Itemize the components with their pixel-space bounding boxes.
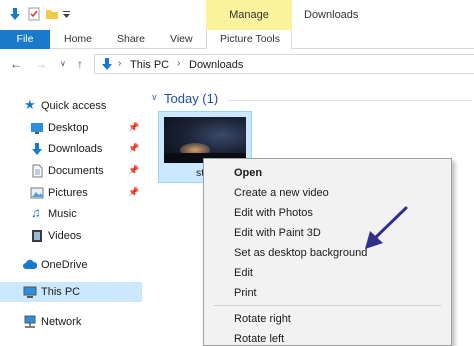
sidebar-item-this-pc[interactable]: This PC: [0, 282, 142, 302]
menu-item-create-new-video[interactable]: Create a new video: [204, 183, 451, 203]
sidebar-item-onedrive[interactable]: OneDrive: [0, 255, 142, 275]
menu-item-label: Print: [234, 287, 257, 299]
up-arrow-icon[interactable]: ↑: [77, 57, 83, 71]
sidebar-item-label: Quick access: [41, 100, 107, 112]
download-arrow-icon[interactable]: [8, 7, 22, 21]
sidebar-item-videos[interactable]: Videos: [0, 226, 142, 246]
sidebar-item-network[interactable]: Network: [0, 312, 142, 332]
menu-separator: [214, 305, 441, 306]
window-title: Downloads: [304, 9, 359, 21]
sidebar-item-documents[interactable]: Documents 📌: [0, 161, 142, 181]
sidebar-item-label: Network: [41, 316, 82, 328]
customize-dropdown-icon[interactable]: [62, 7, 72, 21]
document-icon: [32, 164, 43, 178]
collapse-chevron-icon[interactable]: ∨: [151, 92, 158, 103]
breadcrumb-separator-icon: ›: [118, 58, 122, 69]
pin-icon[interactable]: 📌: [128, 165, 139, 176]
menu-item-rotate-right[interactable]: Rotate right: [204, 309, 451, 329]
music-note-icon: ♫: [31, 205, 41, 220]
breadcrumb-separator-icon: ›: [177, 58, 181, 69]
sidebar-item-music[interactable]: ♫ Music: [0, 204, 142, 224]
sidebar-item-pictures[interactable]: Pictures 📌: [0, 183, 142, 203]
menu-item-rotate-left[interactable]: Rotate left: [204, 329, 451, 346]
sidebar-item-label: OneDrive: [41, 259, 88, 271]
menu-item-open[interactable]: Open: [204, 163, 451, 183]
sidebar-item-label: This PC: [41, 286, 81, 298]
star-icon: ★: [24, 97, 36, 112]
menu-item-label: Edit: [234, 267, 253, 279]
sidebar-item-label: Documents: [48, 165, 104, 177]
navigation-pane: ★ Quick access Desktop 📌 Downloads 📌 Doc…: [0, 78, 145, 346]
download-arrow-icon: [102, 58, 112, 70]
manage-context-tab[interactable]: Manage: [206, 0, 292, 30]
menu-item-label: Rotate left: [234, 333, 285, 345]
sidebar-item-desktop[interactable]: Desktop 📌: [0, 118, 142, 138]
properties-checklist-icon[interactable]: [27, 7, 41, 21]
tab-picture-tools-label: Picture Tools: [220, 33, 280, 45]
pin-icon[interactable]: 📌: [128, 187, 139, 198]
sidebar-item-quick-access[interactable]: ★ Quick access: [0, 96, 142, 116]
menu-item-edit-with-photos[interactable]: Edit with Photos: [204, 203, 451, 223]
menu-item-label: Edit with Paint 3D: [234, 227, 321, 239]
menu-item-label: Set as desktop background: [234, 247, 368, 259]
title-bar: Manage Downloads: [0, 0, 474, 30]
pin-icon[interactable]: 📌: [128, 122, 139, 133]
ribbon-tabs: File Home Share View Picture Tools: [0, 30, 474, 49]
menu-item-print[interactable]: Print: [204, 283, 451, 303]
group-header-today[interactable]: Today (1): [164, 91, 218, 106]
menu-item-edit[interactable]: Edit: [204, 263, 451, 283]
back-arrow-icon[interactable]: ←: [10, 57, 22, 71]
menu-item-edit-with-paint-3d[interactable]: Edit with Paint 3D: [204, 223, 451, 243]
menu-item-label: Create a new video: [234, 187, 329, 199]
tab-share[interactable]: Share: [117, 33, 145, 45]
menu-item-label: Rotate right: [234, 313, 291, 325]
network-icon: [24, 315, 36, 328]
pin-icon[interactable]: 📌: [128, 143, 139, 154]
sidebar-item-downloads[interactable]: Downloads 📌: [0, 139, 142, 159]
tab-picture-tools[interactable]: Picture Tools: [206, 30, 292, 49]
breadcrumb-downloads[interactable]: Downloads: [189, 59, 243, 71]
computer-icon: [23, 286, 37, 298]
film-icon: [32, 230, 42, 242]
menu-item-set-as-desktop-background[interactable]: Set as desktop background: [204, 243, 451, 263]
download-arrow-icon: [32, 143, 42, 155]
sidebar-item-label: Videos: [48, 230, 82, 242]
recent-locations-chevron-icon[interactable]: ∨: [60, 59, 66, 68]
tab-file-label: File: [16, 33, 34, 45]
sidebar-item-label: Music: [48, 208, 77, 220]
sidebar-item-label: Pictures: [48, 187, 88, 199]
image-thumbnail: [164, 117, 246, 163]
sidebar-item-label: Desktop: [48, 122, 89, 134]
tab-view[interactable]: View: [170, 33, 193, 45]
forward-arrow-icon[interactable]: →: [35, 57, 47, 71]
new-folder-icon[interactable]: [45, 7, 59, 21]
context-menu: Open Create a new video Edit with Photos…: [203, 158, 452, 346]
address-row: ← → ∨ ↑ › This PC › Downloads: [0, 50, 474, 78]
picture-icon: [30, 187, 44, 199]
tab-file[interactable]: File: [0, 30, 50, 49]
menu-item-label: Edit with Photos: [234, 207, 313, 219]
menu-item-label: Open: [234, 167, 263, 179]
cloud-icon: [23, 259, 37, 269]
address-bar[interactable]: › This PC › Downloads: [94, 54, 474, 74]
group-divider: [227, 100, 472, 101]
manage-tab-label: Manage: [229, 9, 269, 21]
breadcrumb-this-pc[interactable]: This PC: [130, 59, 169, 71]
sidebar-item-label: Downloads: [48, 143, 103, 155]
annotation-arrow-icon: [365, 206, 408, 249]
tab-home[interactable]: Home: [64, 33, 92, 45]
desktop-icon: [31, 123, 43, 134]
